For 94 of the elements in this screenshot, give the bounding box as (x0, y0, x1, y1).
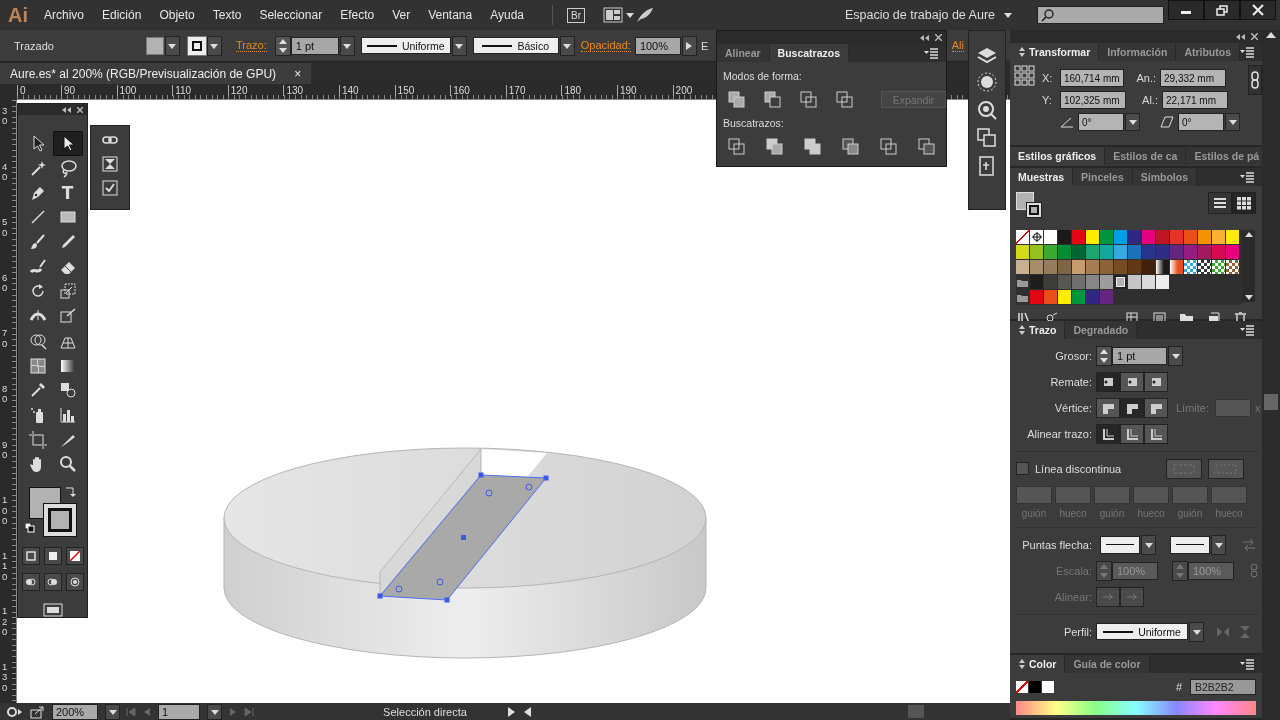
menu-item[interactable]: Ayuda (490, 8, 525, 22)
y-field[interactable]: 102,325 mm (1060, 91, 1126, 109)
align-link[interactable]: Ali (951, 39, 964, 52)
menu-item[interactable]: Efecto (340, 8, 375, 22)
panel-tab[interactable]: Símbolos (1132, 168, 1197, 186)
arrowheads-label: Puntas flecha: (1021, 538, 1093, 551)
rotate-field[interactable]: 0° (1078, 113, 1124, 131)
document-tab[interactable]: Aure.es* al 200% (RGB/Previsualización de GPU) × (0, 63, 312, 84)
selection-type-label: Trazado (14, 39, 54, 52)
panel-tab[interactable]: Estilos gráficos (1010, 147, 1106, 165)
ruler-label: 150 (394, 85, 415, 96)
opacity-field[interactable]: 100% (634, 36, 681, 55)
ruler-label: 120 (2, 606, 9, 638)
profile-label: Perfil: (1062, 625, 1093, 638)
menu-item[interactable]: Ver (392, 8, 411, 22)
panel-tab[interactable]: Degradado (1065, 321, 1138, 339)
cap-label: Remate: (1049, 375, 1093, 388)
ruler-label: 40 (2, 161, 9, 183)
ruler-label: 30 (2, 106, 9, 127)
pathfinders-label: Buscatrazos: (723, 117, 785, 129)
stroke-link[interactable]: Trazo: (235, 39, 267, 52)
ruler-label: 170 (505, 85, 526, 96)
ruler-label: 140 (339, 85, 359, 96)
hex-label: # (1175, 681, 1182, 693)
panel-tab[interactable]: Color (1010, 655, 1066, 673)
ruler-label: 130 (2, 662, 9, 694)
panel-tab[interactable]: Transformar (1010, 43, 1100, 61)
ruler-label: 200 (672, 85, 693, 96)
panel-tab[interactable]: Buscatrazos (769, 44, 850, 62)
limit-label: Límite: (1176, 401, 1209, 414)
ruler-label: 80 (2, 384, 9, 405)
ruler-label: 50 (2, 217, 9, 239)
shape-modes-label: Modos de forma: (723, 70, 803, 82)
panel-tab[interactable]: Muestras (1010, 168, 1074, 186)
shear-field[interactable]: 0° (1178, 113, 1224, 131)
brush-dropdown[interactable]: Básico (472, 37, 559, 54)
scale-label: Escala: (1054, 564, 1093, 577)
style-label: E (700, 39, 709, 52)
dash-field-label: hueco (1137, 508, 1165, 519)
panel-tab[interactable]: Pinceles (1073, 168, 1133, 186)
ruler-label: 120 (227, 85, 248, 96)
width-field[interactable]: 29,332 mm (1160, 69, 1226, 87)
weight-label: Grosor: (1054, 349, 1093, 362)
ruler-label: 0 (17, 85, 26, 96)
panel-tab[interactable]: Estilos de ca (1105, 147, 1187, 165)
close-tab-button[interactable]: × (294, 66, 302, 81)
hex-field[interactable]: B2B2B2 (1190, 679, 1256, 695)
menu-item[interactable]: Edición (102, 8, 142, 22)
arrow-align-label: Alinear: (1053, 590, 1093, 603)
width-label: An.: (1135, 72, 1156, 84)
x-field[interactable]: 160,714 mm (1060, 69, 1124, 87)
dash-field-label: hueco (1059, 508, 1087, 519)
bridge-button[interactable]: Br (567, 7, 586, 23)
ruler-label: 90 (2, 439, 9, 461)
panel-tab[interactable]: Alinear (717, 44, 770, 62)
x-label: X: (1042, 72, 1054, 84)
panel-tab[interactable]: Trazo (1010, 321, 1066, 339)
ruler-label: 190 (617, 85, 637, 96)
tool-button[interactable]: T (52, 180, 83, 206)
menu-item[interactable]: Archivo (44, 8, 84, 22)
ruler-label: 100 (2, 495, 9, 527)
align-stroke-label: Alinear trazo: (1026, 427, 1093, 440)
height-label: Al.: (1141, 94, 1158, 106)
ruler-label: 110 (172, 85, 192, 96)
dashed-label: Línea discontinua (1035, 462, 1122, 475)
panel-tab[interactable]: Atributos (1176, 43, 1241, 61)
ruler-label: 90 (61, 85, 76, 96)
menu-item[interactable]: Seleccionar (259, 8, 323, 22)
panel-tab[interactable]: Guía de color (1065, 655, 1150, 673)
ruler-label: 110 (2, 550, 9, 583)
ruler-label: 130 (283, 85, 304, 96)
menu-item[interactable]: Objeto (159, 8, 195, 22)
corner-label: Vértice: (1053, 401, 1093, 414)
app-logo: Ai (8, 3, 28, 27)
stroke-weight-field[interactable]: 1 pt (290, 36, 339, 55)
menu-item[interactable]: Texto (212, 8, 242, 22)
profile-dropdown[interactable]: Uniforme (1096, 623, 1188, 640)
workspace-switcher[interactable]: Espacio de trabajo de Aure (844, 8, 1013, 22)
weight-field[interactable]: 1 pt (1112, 346, 1167, 365)
menu-item[interactable]: Ventana (428, 8, 473, 22)
opacity-link[interactable]: Opacidad: (580, 39, 631, 52)
y-label: Y: (1042, 94, 1053, 106)
ruler-label: 60 (2, 272, 9, 294)
ruler-label: 180 (561, 85, 582, 96)
width-profile-dropdown[interactable]: Uniforme (360, 37, 451, 54)
ruler-label: 160 (450, 85, 470, 96)
zoom-field[interactable]: 200% (52, 703, 98, 720)
ruler-label: 100 (116, 85, 137, 96)
panel-tab[interactable]: Información (1099, 43, 1177, 61)
status-text: Selección directa (382, 705, 468, 718)
dash-field-label: hueco (1215, 508, 1243, 519)
height-field[interactable]: 22,171 mm (1162, 91, 1228, 109)
artboard-field[interactable]: 1 (158, 703, 200, 720)
ruler-label: 70 (2, 328, 9, 350)
